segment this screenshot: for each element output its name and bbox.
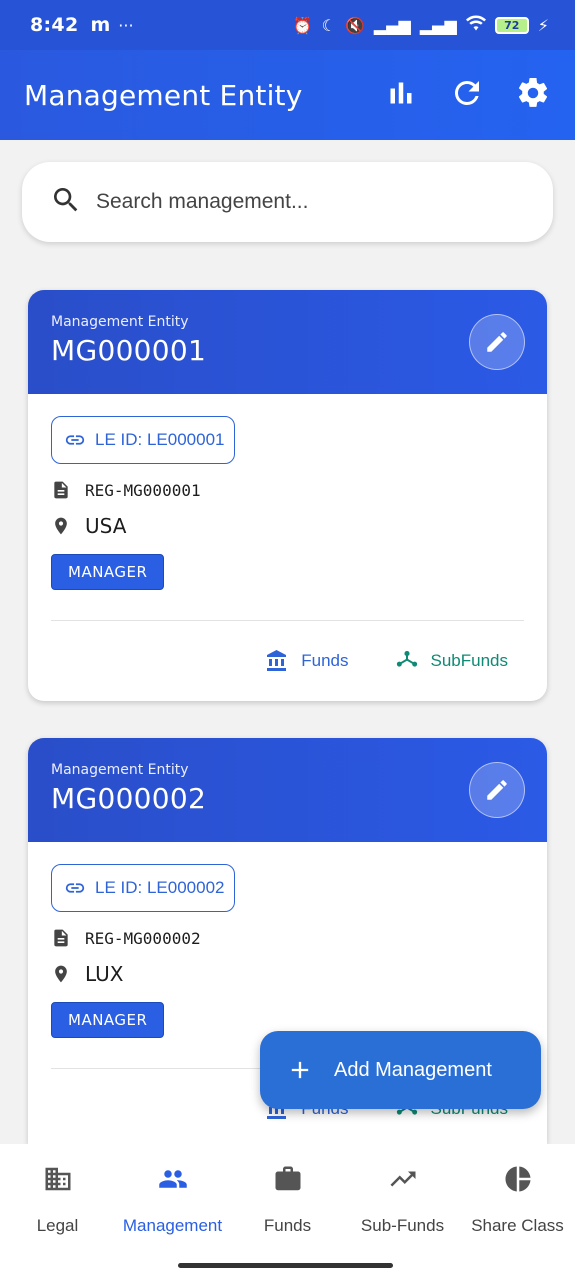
pencil-icon: [487, 780, 507, 800]
card-subtitle: Management Entity: [51, 314, 189, 330]
status-time: 8:42: [30, 14, 79, 36]
gear-icon[interactable]: [515, 75, 551, 115]
le-id-chip[interactable]: LE ID: LE000002: [51, 864, 236, 912]
registration-number: REG-MG000002: [85, 928, 201, 948]
nav-item-share-class[interactable]: Share Class: [460, 1144, 575, 1262]
status-icons: ⏰ ☾ 🔇 ▂▄▆ ▂▄▆ 72 ⚡: [293, 15, 549, 35]
role-badge: MANAGER: [51, 1002, 165, 1038]
link-icon: [65, 883, 85, 893]
status-m: m: [90, 14, 111, 36]
briefcase-icon: [275, 1166, 300, 1191]
pencil-icon: [487, 332, 507, 352]
role-badge: MANAGER: [51, 554, 165, 590]
status-dots: ···: [118, 15, 134, 35]
bar-chart-icon[interactable]: [383, 75, 419, 115]
signal-2-icon: ▂▄▆: [419, 15, 457, 35]
edit-button[interactable]: [469, 762, 525, 818]
document-icon: [54, 481, 68, 499]
people-icon: [158, 1170, 187, 1188]
status-bar: 8:42 m ··· ⏰ ☾ 🔇 ▂▄▆ ▂▄▆ 72 ⚡: [0, 0, 575, 50]
subfunds-label: SubFunds: [430, 651, 509, 670]
subfunds-link[interactable]: SubFunds: [395, 649, 509, 673]
refresh-icon[interactable]: [449, 75, 485, 115]
nav-item-legal[interactable]: Legal: [0, 1144, 115, 1262]
location: USA: [85, 514, 127, 538]
nav-label: Share Class: [471, 1216, 564, 1235]
location: LUX: [85, 962, 124, 986]
card-code: MG000002: [51, 782, 207, 815]
nav-label: Management: [122, 1216, 223, 1235]
plus-icon: [291, 1061, 309, 1079]
search-bar[interactable]: [22, 162, 553, 242]
wifi-icon: [465, 15, 486, 35]
signal-icon: ▂▄▆: [373, 15, 411, 35]
le-id-label: LE ID: LE000002: [95, 878, 225, 897]
charging-icon: ⚡: [537, 15, 549, 35]
trending-up-icon: [390, 1171, 415, 1187]
nav-item-sub-funds[interactable]: Sub-Funds: [345, 1144, 460, 1262]
location-pin-icon: [55, 965, 67, 983]
building-icon: [45, 1167, 70, 1191]
le-id-label: LE ID: LE000001: [95, 430, 225, 449]
edit-button[interactable]: [469, 314, 525, 370]
hub-icon: [396, 650, 417, 667]
alarm-icon: ⏰: [292, 15, 313, 35]
funds-link[interactable]: Funds: [265, 649, 349, 673]
nav-label: Legal: [36, 1216, 79, 1235]
funds-label: Funds: [301, 651, 349, 670]
app-bar: Management Entity: [0, 50, 575, 140]
battery-icon: 72: [494, 16, 529, 34]
document-icon: [54, 929, 68, 947]
moon-icon: ☾: [321, 15, 336, 35]
nav-label: Funds: [263, 1216, 312, 1235]
le-id-chip[interactable]: LE ID: LE000001: [51, 416, 236, 464]
mute-icon: 🔇: [345, 15, 365, 35]
nav-label: Sub-Funds: [360, 1216, 445, 1235]
nav-item-management[interactable]: Management: [115, 1144, 230, 1262]
registration-number: REG-MG000001: [85, 480, 201, 500]
location-pin-icon: [55, 517, 67, 535]
link-icon: [65, 435, 85, 445]
add-management-label: Add Management: [334, 1058, 492, 1081]
add-management-button[interactable]: Add Management: [260, 1031, 541, 1109]
pie-chart-icon: [505, 1166, 530, 1192]
nav-item-funds[interactable]: Funds: [230, 1144, 345, 1262]
card-code: MG000001: [51, 334, 207, 367]
search-input[interactable]: [96, 190, 496, 214]
bank-icon: [267, 650, 287, 671]
management-card[interactable]: Management Entity MG000001 LE ID: LE0000…: [28, 290, 547, 701]
page-title: Management Entity: [24, 78, 303, 112]
card-subtitle: Management Entity: [51, 762, 189, 778]
bottom-navigation: Legal Management Funds Sub-Funds Share C…: [0, 1144, 575, 1280]
search-icon: [50, 184, 82, 220]
home-indicator[interactable]: [178, 1263, 393, 1268]
